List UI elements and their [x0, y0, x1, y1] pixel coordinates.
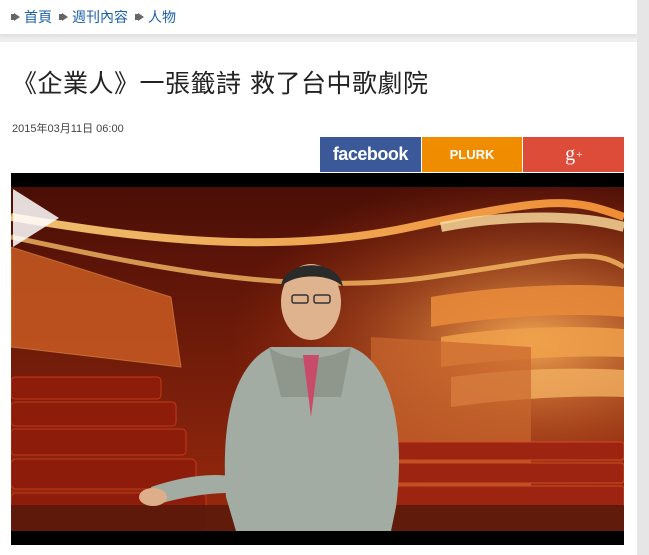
facebook-logo-text: facebook	[332, 144, 409, 164]
play-icon[interactable]	[11, 187, 61, 249]
breadcrumb-bar: 首頁 週刊內容 人物	[0, 0, 637, 35]
share-plurk-button[interactable]: PLURK	[421, 137, 523, 172]
opera-house-scene	[11, 187, 624, 531]
article-card: 《企業人》一張籤詩 救了台中歌劇院 2015年03月11日 06:00 face…	[0, 42, 637, 555]
scroll-gutter	[637, 0, 649, 555]
breadcrumb-weekly-content[interactable]: 週刊內容	[59, 7, 128, 27]
arrow-right-icon	[59, 13, 68, 21]
breadcrumb-label: 人物	[148, 10, 176, 26]
google-plus-logo-text: g	[565, 143, 576, 165]
share-buttons: facebook PLURK g +	[320, 137, 625, 172]
share-facebook-button[interactable]: facebook	[320, 137, 421, 172]
breadcrumb-home[interactable]: 首頁	[11, 7, 52, 27]
breadcrumb-label: 首頁	[24, 10, 52, 26]
publish-timestamp: 2015年03月11日 06:00	[12, 123, 124, 135]
arrow-right-icon	[135, 13, 144, 21]
google-plus-sup: +	[576, 148, 583, 161]
plurk-logo-text: PLURK	[449, 147, 495, 162]
share-google-plus-button[interactable]: g +	[523, 137, 625, 172]
video-thumbnail	[11, 187, 624, 531]
video-player[interactable]	[11, 173, 624, 545]
breadcrumb: 首頁 週刊內容 人物	[11, 7, 186, 27]
breadcrumb-label: 週刊內容	[72, 10, 128, 26]
breadcrumb-people[interactable]: 人物	[135, 7, 176, 27]
page: 首頁 週刊內容 人物 《企業人》一張籤詩 救了台中歌劇院 2015年03月11日…	[0, 0, 649, 555]
arrow-right-icon	[11, 13, 20, 21]
article-title: 《企業人》一張籤詩 救了台中歌劇院	[12, 69, 429, 98]
